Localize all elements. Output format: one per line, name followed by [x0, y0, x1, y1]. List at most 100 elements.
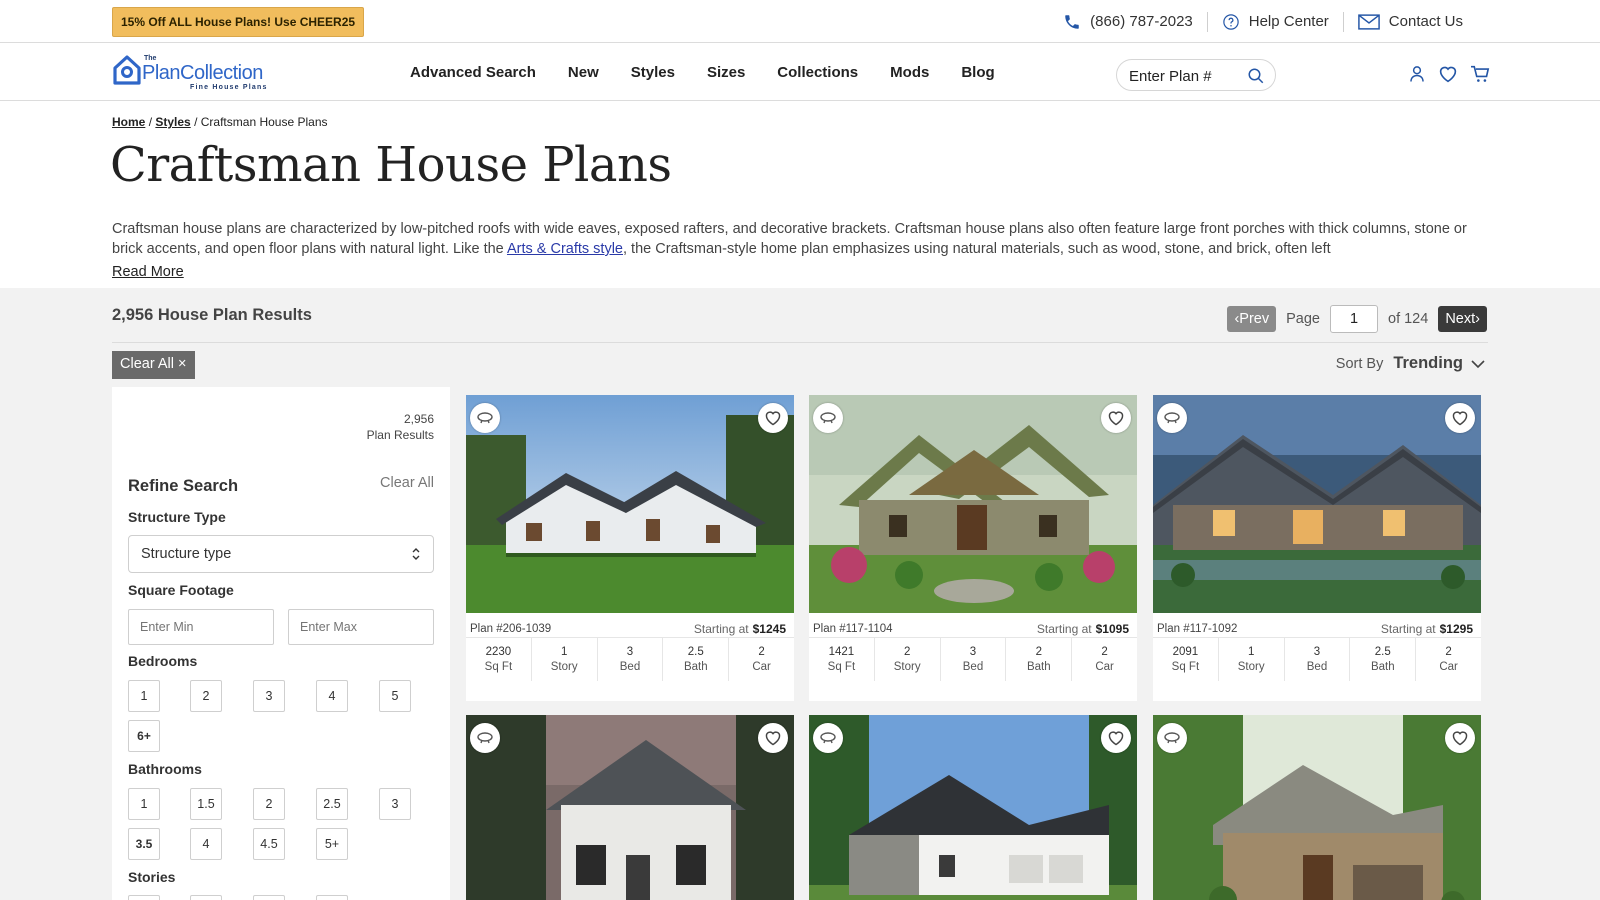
site-logo[interactable]: The PlanCollection Fine House Plans [112, 53, 280, 91]
plan-card[interactable] [809, 715, 1137, 900]
bedroom-option[interactable]: 2 [190, 680, 222, 712]
bedroom-option[interactable]: 4 [316, 680, 348, 712]
clear-all-label: Clear All [120, 356, 174, 372]
search-icon[interactable] [1247, 67, 1265, 85]
bedroom-option[interactable]: 6+ [128, 720, 160, 752]
plan-card[interactable]: Plan #117-1092 Starting at $1295 2091 Sq F… [1153, 395, 1481, 701]
breadcrumb-current: Craftsman House Plans [200, 115, 328, 129]
bathroom-option[interactable]: 3 [379, 788, 411, 820]
bathroom-option[interactable]: 1.5 [190, 788, 222, 820]
plan-number[interactable]: Plan #117-1092 [1157, 623, 1237, 635]
page-number-input[interactable]: 1 [1330, 305, 1378, 333]
plan-photo[interactable] [1153, 395, 1481, 613]
quick-view-button[interactable] [813, 723, 843, 753]
account-icon[interactable] [1408, 65, 1426, 83]
stories-option[interactable] [253, 895, 285, 900]
favorite-button[interactable] [1445, 723, 1475, 753]
plan-card[interactable]: Plan #206-1039 Starting at $1245 2230 Sq F… [466, 395, 794, 701]
cart-icon[interactable] [1470, 65, 1490, 83]
nav-mods[interactable]: Mods [890, 64, 929, 81]
contact-us-link[interactable]: Contact Us [1342, 11, 1477, 32]
plan-number[interactable]: Plan #206-1039 [470, 623, 551, 635]
phone-link[interactable]: (866) 787-2023 [1049, 12, 1207, 32]
bathroom-option[interactable]: 1 [128, 788, 160, 820]
plan-photo[interactable] [809, 715, 1137, 900]
select-arrows-icon [412, 548, 420, 560]
favorite-button[interactable] [758, 403, 788, 433]
heart-icon [1108, 411, 1124, 426]
plan-stats: 1421 Sq Ft 2 Story 3 Bed 2 Bath 2 Car [809, 637, 1137, 681]
nav-sizes[interactable]: Sizes [707, 64, 745, 81]
stat-sqft: 2091 Sq Ft [1153, 638, 1219, 681]
bathroom-option[interactable]: 2.5 [316, 788, 348, 820]
plan-card[interactable] [466, 715, 794, 900]
nav-advanced-search[interactable]: Advanced Search [410, 64, 536, 81]
sidebar-clear-all[interactable]: Clear All [380, 475, 434, 491]
bathroom-option[interactable]: 4.5 [253, 828, 285, 860]
divider [112, 342, 1488, 343]
bathroom-option[interactable]: 3.5 [128, 828, 160, 860]
prev-page-button[interactable]: ‹Prev [1227, 306, 1277, 332]
favorite-button[interactable] [758, 723, 788, 753]
plan-card[interactable]: Plan #117-1104 Starting at $1095 1421 Sq F… [809, 395, 1137, 701]
logo-name: PlanCollection [142, 62, 263, 84]
quick-view-icon [477, 732, 493, 744]
house-photo-cottage [809, 395, 1137, 613]
bathroom-option[interactable]: 5+ [316, 828, 348, 860]
arts-crafts-link[interactable]: Arts & Crafts style [507, 241, 623, 257]
stories-option[interactable] [316, 895, 348, 900]
plan-card[interactable] [1153, 715, 1481, 900]
main-header: The PlanCollection Fine House Plans Adva… [0, 43, 1600, 101]
plan-photo[interactable] [466, 715, 794, 900]
structure-type-select[interactable]: Structure type [128, 535, 434, 573]
favorite-button[interactable] [1101, 403, 1131, 433]
bathroom-option[interactable]: 2 [253, 788, 285, 820]
stat-value: 2 [1101, 646, 1108, 658]
starting-at-label: Starting at [693, 622, 749, 636]
stories-option[interactable] [128, 895, 160, 900]
quick-view-button[interactable] [813, 403, 843, 433]
quick-view-button[interactable] [470, 403, 500, 433]
stat-label: Bath [1026, 661, 1051, 673]
nav-collections[interactable]: Collections [777, 64, 858, 81]
favorites-heart-icon[interactable] [1438, 65, 1458, 83]
plan-photo[interactable] [466, 395, 794, 613]
plan-photo[interactable] [809, 395, 1137, 613]
bedroom-option[interactable]: 3 [253, 680, 285, 712]
sqft-max-input[interactable] [288, 609, 434, 645]
bathroom-option[interactable]: 4 [190, 828, 222, 860]
stat-value: 2 [1035, 646, 1042, 658]
logo-tagline: Fine House Plans [190, 84, 268, 91]
sqft-min-input[interactable] [128, 609, 274, 645]
quick-view-button[interactable] [470, 723, 500, 753]
breadcrumb-home[interactable]: Home [112, 115, 145, 129]
bedroom-option[interactable]: 5 [379, 680, 411, 712]
favorite-button[interactable] [1101, 723, 1131, 753]
bedroom-option[interactable]: 1 [128, 680, 160, 712]
quick-view-button[interactable] [1157, 403, 1187, 433]
next-page-button[interactable]: Next› [1438, 306, 1487, 332]
nav-styles[interactable]: Styles [631, 64, 675, 81]
plan-number[interactable]: Plan #117-1104 [813, 623, 893, 635]
quick-view-button[interactable] [1157, 723, 1187, 753]
close-icon: × [178, 356, 187, 372]
plan-search-input[interactable] [1129, 66, 1241, 86]
nav-blog[interactable]: Blog [961, 64, 994, 81]
heart-icon [1452, 731, 1468, 746]
stat-baths: 2.5 Bath [1350, 638, 1417, 681]
bathrooms-label: Bathrooms [128, 761, 202, 777]
house-photo-farmhouse [466, 395, 794, 613]
breadcrumb-styles[interactable]: Styles [155, 115, 190, 129]
stat-stories: 1 Story [1219, 638, 1285, 681]
clear-all-button[interactable]: Clear All × [112, 351, 195, 379]
sort-dropdown[interactable]: Trending [1393, 354, 1485, 373]
stat-garage: 2 Car [729, 638, 794, 681]
plan-photo[interactable] [1153, 715, 1481, 900]
favorite-button[interactable] [1445, 403, 1475, 433]
promo-banner[interactable]: 15% Off ALL House Plans! Use CHEER25 [112, 7, 365, 37]
stat-value: 2.5 [687, 646, 704, 658]
help-center-link[interactable]: Help Center [1206, 11, 1343, 32]
nav-new[interactable]: New [568, 64, 599, 81]
read-more-link[interactable]: Read More [112, 264, 184, 280]
stories-option[interactable] [190, 895, 222, 900]
